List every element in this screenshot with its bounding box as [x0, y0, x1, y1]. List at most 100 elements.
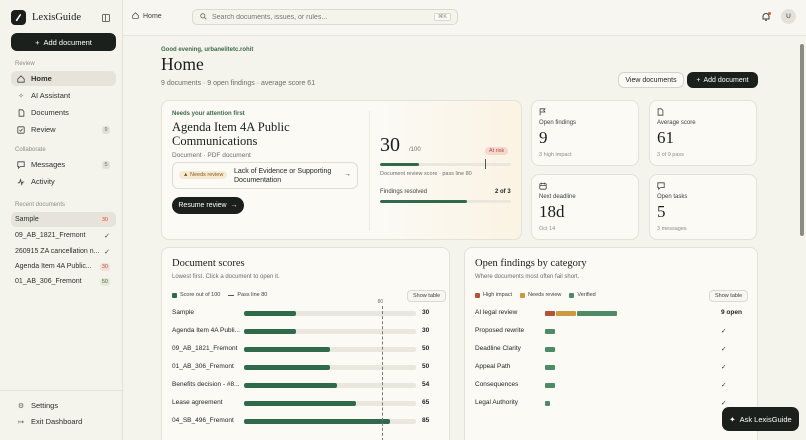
legend-item: High impact: [475, 292, 512, 298]
stacked-bar[interactable]: [545, 311, 617, 316]
stacked-bar[interactable]: [545, 365, 555, 370]
category-label[interactable]: AI legal review: [475, 309, 543, 316]
score-bar[interactable]: [244, 347, 330, 352]
stacked-bar[interactable]: [545, 329, 555, 334]
attention-title[interactable]: Agenda Item 4A Public Communications: [172, 120, 352, 148]
sidebar: LexisGuide + Add document Review Home ✧ …: [0, 0, 123, 440]
sidebar-item-documents[interactable]: Documents: [11, 105, 116, 120]
score-bar[interactable]: [244, 311, 296, 316]
category-label[interactable]: Legal Authority: [475, 399, 543, 406]
score-bar[interactable]: [244, 401, 356, 406]
score-bar[interactable]: [244, 365, 330, 370]
stat-card-open-tasks[interactable]: Open tasks 5 3 messages: [649, 174, 757, 240]
section-label-recent: Recent documents: [15, 202, 66, 208]
sidebar-toggle-icon[interactable]: [102, 14, 110, 22]
stacked-bar[interactable]: [545, 383, 555, 388]
recent-document[interactable]: Agenda Item 4A Public... 30: [11, 259, 116, 274]
bar-label[interactable]: Benefits decision - #8...: [172, 381, 240, 388]
score-bar[interactable]: [244, 329, 296, 334]
document-scores-panel: Document scores Lowest first. Click a do…: [161, 247, 450, 440]
bar-track: [244, 347, 416, 352]
show-table-button[interactable]: Show table: [709, 290, 749, 302]
attention-label: Needs your attention first: [172, 111, 245, 117]
bar-label[interactable]: Agenda Item 4A Publi...: [172, 327, 240, 334]
sidebar-item-activity[interactable]: Activity: [11, 174, 116, 189]
pass-line-text: Document review score · pass line 80: [380, 171, 472, 177]
add-document-button[interactable]: + Add document: [687, 72, 758, 88]
page-summary: 9 documents · 9 open findings · average …: [161, 80, 316, 87]
issue-item[interactable]: ▲ Needs review Lack of Evidence or Suppo…: [172, 162, 358, 189]
search-box[interactable]: ⌘K: [192, 9, 458, 25]
bar-segment: [577, 311, 617, 316]
recent-document[interactable]: 260915 ZA cancellation n... ✓: [11, 244, 116, 259]
recent-document[interactable]: Sample 30: [11, 212, 116, 227]
divider: [369, 111, 370, 231]
bar-segment: [545, 365, 555, 370]
stacked-bar[interactable]: [545, 347, 555, 352]
sparkle-icon: ✦: [729, 414, 736, 424]
recent-document[interactable]: 01_AB_306_Fremont 50: [11, 274, 116, 289]
legend-item: Score out of 100: [172, 292, 220, 298]
panel-title: Open findings by category: [475, 258, 587, 269]
flag-icon: [539, 108, 546, 118]
sidebar-item-messages[interactable]: Messages 5: [11, 157, 116, 172]
home-icon: [132, 12, 139, 21]
category-label[interactable]: Proposed rewrite: [475, 327, 543, 334]
category-value: ✓: [721, 346, 727, 353]
notifications-button[interactable]: [761, 12, 771, 22]
bar-label[interactable]: 09_AB_1821_Fremont: [172, 345, 240, 352]
pass-line: [381, 306, 383, 440]
recent-document[interactable]: 09_AB_1821_Fremont ✓: [11, 228, 116, 243]
avatar[interactable]: U: [781, 9, 796, 24]
stat-card-open-findings[interactable]: Open findings 9 3 high impact: [531, 100, 639, 166]
attention-card: Needs your attention first Agenda Item 4…: [161, 100, 522, 240]
breadcrumb[interactable]: Home: [132, 12, 162, 21]
add-document-button[interactable]: + Add document: [11, 33, 116, 51]
category-label[interactable]: Consequences: [475, 381, 543, 388]
score-bar-fill: [380, 163, 420, 166]
issue-text: Lack of Evidence or Supporting Documenta…: [234, 168, 332, 184]
findings-bar-fill: [380, 200, 468, 203]
stat-card-next-deadline[interactable]: Next deadline 18d Oct 14: [531, 174, 639, 240]
plus-icon: +: [696, 76, 701, 84]
bar-track: [244, 383, 416, 388]
chart-legend: Score out of 100 Pass line 80: [172, 292, 267, 298]
chat-icon: [657, 182, 665, 192]
show-table-button[interactable]: Show table: [407, 290, 447, 302]
scrollbar-thumb[interactable]: [800, 44, 804, 236]
bar-label[interactable]: Sample: [172, 309, 240, 316]
score-bar[interactable]: [244, 419, 391, 424]
category-label[interactable]: Deadline Clarity: [475, 345, 543, 352]
attention-subtitle: Document · PDF document: [172, 152, 251, 159]
brand[interactable]: LexisGuide: [11, 10, 81, 25]
bar-segment: [545, 329, 555, 334]
ask-assistant-button[interactable]: ✦ Ask LexisGuide: [722, 407, 799, 431]
resume-review-button[interactable]: Resume review →: [172, 197, 244, 214]
category-value: ✓: [721, 364, 727, 371]
shortcut-hint: ⌘K: [433, 13, 451, 21]
calendar-icon: [539, 182, 547, 192]
stat-card-average-score[interactable]: Average score 61 3 of 9 pass: [649, 100, 757, 166]
bar-track: [244, 329, 416, 334]
view-documents-button[interactable]: View documents: [618, 72, 684, 88]
stacked-bar[interactable]: [545, 401, 550, 406]
score-badge: 30: [99, 262, 110, 271]
bar-segment: [545, 311, 555, 316]
bar-label[interactable]: Lease agreement: [172, 399, 240, 406]
exit-dashboard-link[interactable]: ↦ Exit Dashboard: [11, 414, 116, 429]
score-bar[interactable]: [244, 383, 337, 388]
category-label[interactable]: Appeal Path: [475, 363, 543, 370]
search-input[interactable]: [212, 13, 422, 21]
review-icon: [17, 125, 25, 134]
category-value: ✓: [721, 382, 727, 389]
sidebar-item-review[interactable]: Review 9: [11, 122, 116, 137]
bar-label[interactable]: 04_SB_496_Fremont: [172, 417, 240, 424]
document-icon: [17, 108, 25, 117]
bar-track: [244, 419, 416, 424]
bar-value: 50: [422, 345, 430, 352]
activity-icon: [17, 177, 25, 186]
sidebar-item-home[interactable]: Home: [11, 71, 116, 86]
bar-label[interactable]: 01_AB_306_Fremont: [172, 363, 240, 370]
sidebar-item-ai-assistant[interactable]: ✧ AI Assistant: [11, 88, 116, 103]
settings-link[interactable]: ⚙ Settings: [11, 398, 116, 413]
